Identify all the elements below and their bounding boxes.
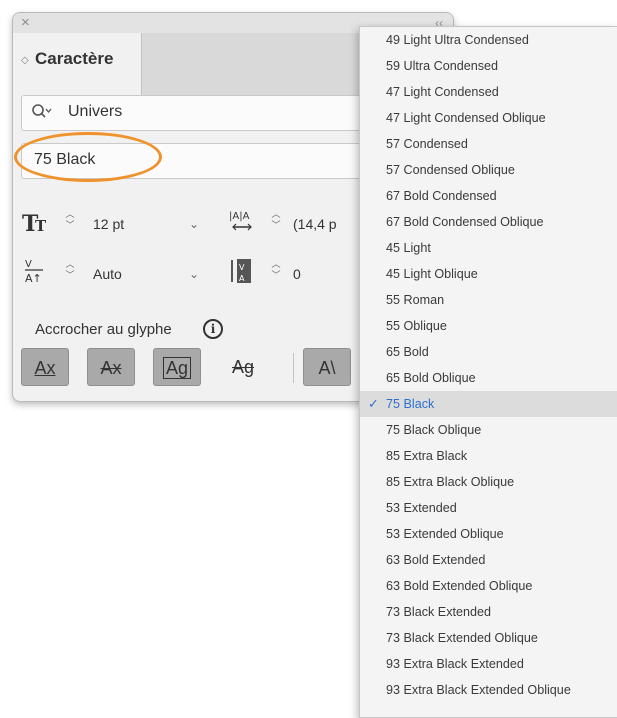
menu-item[interactable]: 63 Bold Extended Oblique <box>360 573 617 599</box>
tab-label: Caractère <box>35 49 114 68</box>
menu-item[interactable]: 57 Condensed Oblique <box>360 157 617 183</box>
leading-value[interactable]: (14,4 p <box>293 216 337 232</box>
menu-item[interactable]: 93 Extra Black Extended <box>360 651 617 677</box>
menu-item[interactable]: 53 Extended Oblique <box>360 521 617 547</box>
menu-item[interactable]: 67 Bold Condensed Oblique <box>360 209 617 235</box>
menu-item[interactable]: 85 Extra Black Oblique <box>360 469 617 495</box>
glyph-button-label: A <box>318 358 331 378</box>
menu-item-label: 53 Extended <box>386 501 457 515</box>
menu-item-label: 49 Light Ultra Condensed <box>386 33 529 47</box>
tracking-value[interactable]: 0 <box>293 266 301 282</box>
tracking-icon: V A <box>231 259 251 283</box>
menu-item[interactable]: 55 Roman <box>360 287 617 313</box>
menu-item[interactable]: 55 Oblique <box>360 313 617 339</box>
snap-angular-button[interactable]: A\ <box>303 348 351 386</box>
kerning-stepper[interactable]: ︿ ﹀ <box>63 259 77 285</box>
menu-item-label: 53 Extended Oblique <box>386 527 504 541</box>
menu-item[interactable]: 57 Condensed <box>360 131 617 157</box>
menu-item[interactable]: 59 Ultra Condensed <box>360 53 617 79</box>
font-size-stepper[interactable]: ︿ ﹀ <box>63 209 77 235</box>
snap-glyph-bounds-button[interactable]: Ag <box>153 348 201 386</box>
menu-item[interactable]: 53 Extended <box>360 495 617 521</box>
menu-item-label: 75 Black Oblique <box>386 423 482 437</box>
menu-item-label: 55 Roman <box>386 293 445 307</box>
snap-xheight-button[interactable]: Ax <box>87 348 135 386</box>
snap-baseline-button[interactable]: Ax <box>21 348 69 386</box>
glyph-button-label: Ax <box>100 358 122 378</box>
menu-item[interactable]: 47 Light Condensed Oblique <box>360 105 617 131</box>
kerning-value[interactable]: Auto <box>93 266 122 282</box>
svg-text:V: V <box>25 259 32 270</box>
snap-to-glyph-label: Accrocher au glyphe <box>35 321 172 338</box>
menu-item-label: 85 Extra Black Oblique <box>386 475 515 489</box>
chevron-down-icon[interactable]: ⌄ <box>189 267 199 281</box>
menu-item[interactable]: 45 Light <box>360 235 617 261</box>
glyph-button-label: Ag <box>231 357 255 377</box>
menu-item-label: 67 Bold Condensed <box>386 189 497 203</box>
leading-stepper[interactable]: ︿ ﹀ <box>269 209 283 235</box>
menu-item[interactable]: 65 Bold Oblique <box>360 365 617 391</box>
menu-item[interactable]: ✓ 75 Black <box>360 391 617 417</box>
font-size-value[interactable]: 12 pt <box>93 216 124 232</box>
menu-item-label: 73 Black Extended <box>386 605 492 619</box>
menu-item-label: 65 Bold <box>386 345 429 359</box>
menu-item-label: 55 Oblique <box>386 319 447 333</box>
svg-text:V: V <box>239 263 245 272</box>
tracking-stepper[interactable]: ︿ ﹀ <box>269 259 283 285</box>
menu-item[interactable]: 45 Light Oblique <box>360 261 617 287</box>
svg-text:A↑: A↑ <box>25 272 42 285</box>
search-icon[interactable] <box>30 101 52 123</box>
font-size-icon: T T <box>22 211 47 237</box>
font-style-dropdown-menu: 49 Light Ultra Condensed 59 Ultra Condens… <box>359 26 617 718</box>
close-icon[interactable]: × <box>21 14 30 32</box>
info-icon[interactable]: i <box>203 319 223 339</box>
leading-icon: |A|A <box>229 211 252 231</box>
svg-text:|A|A: |A|A <box>229 211 250 222</box>
menu-item-label: 67 Bold Condensed Oblique <box>386 215 544 229</box>
glyph-button-label: Ag <box>162 357 192 379</box>
font-style-value: 75 Black <box>34 151 96 168</box>
menu-item-label: 57 Condensed <box>386 137 468 151</box>
svg-text:A: A <box>239 274 245 283</box>
menu-item-label: 47 Light Condensed Oblique <box>386 111 546 125</box>
menu-item[interactable]: 73 Black Extended <box>360 599 617 625</box>
menu-item-label: 59 Ultra Condensed <box>386 59 499 73</box>
menu-item-label: 57 Condensed Oblique <box>386 163 515 177</box>
menu-item[interactable]: 85 Extra Black <box>360 443 617 469</box>
snap-proximity-button[interactable]: Ag <box>219 348 267 386</box>
menu-item[interactable]: 73 Black Extended Oblique <box>360 625 617 651</box>
font-family-value: Univers <box>68 103 123 120</box>
menu-item-label: 63 Bold Extended <box>386 553 486 567</box>
menu-item[interactable]: 65 Bold <box>360 339 617 365</box>
chevron-updown-icon[interactable]: ◇ <box>21 55 29 66</box>
divider <box>293 353 294 383</box>
tab-character[interactable]: ◇ Caractère <box>13 33 142 96</box>
svg-text:T: T <box>35 217 47 235</box>
menu-item-label: 85 Extra Black <box>386 449 468 463</box>
menu-item[interactable]: 47 Light Condensed <box>360 79 617 105</box>
menu-item[interactable]: 63 Bold Extended <box>360 547 617 573</box>
menu-item[interactable]: 93 Extra Black Extended Oblique <box>360 677 617 703</box>
menu-item-label: 75 Black <box>386 397 435 411</box>
menu-item-label: 93 Extra Black Extended Oblique <box>386 683 571 697</box>
glyph-button-label: Ax <box>34 358 56 378</box>
menu-item-label: 73 Black Extended Oblique <box>386 631 538 645</box>
menu-item-label: 65 Bold Oblique <box>386 371 476 385</box>
chevron-down-icon[interactable]: ⌄ <box>189 217 199 231</box>
checkmark-icon: ✓ <box>368 396 379 411</box>
menu-item-label: 47 Light Condensed <box>386 85 499 99</box>
menu-item-label: 63 Bold Extended Oblique <box>386 579 533 593</box>
menu-item-label: 45 Light <box>386 241 431 255</box>
menu-item-label: 93 Extra Black Extended <box>386 657 524 671</box>
menu-item-label: 45 Light Oblique <box>386 267 478 281</box>
menu-item[interactable]: 49 Light Ultra Condensed <box>360 27 617 53</box>
kerning-icon: V A↑ <box>25 259 43 285</box>
menu-item[interactable]: 67 Bold Condensed <box>360 183 617 209</box>
menu-item[interactable]: 75 Black Oblique <box>360 417 617 443</box>
